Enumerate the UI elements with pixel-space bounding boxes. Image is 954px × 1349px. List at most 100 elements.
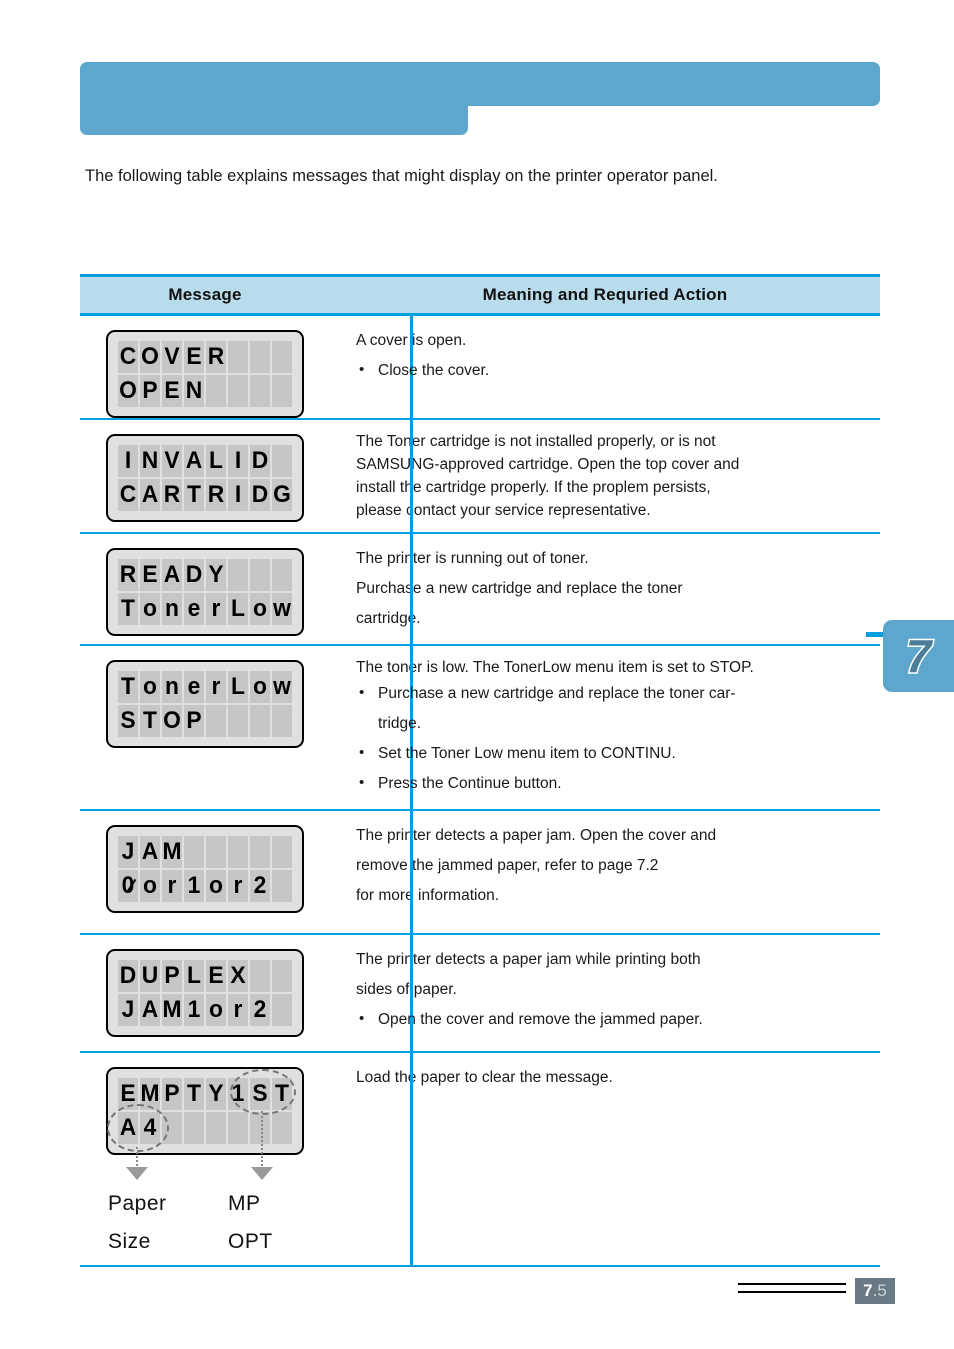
lcd-char-cell bbox=[228, 559, 248, 591]
lcd-char-cell: S bbox=[250, 1078, 270, 1110]
lcd-char-cell: X bbox=[228, 960, 248, 992]
lcd-char-cell: R bbox=[206, 479, 226, 511]
lcd-char-cell: P bbox=[140, 375, 160, 407]
lcd-char-cell: r bbox=[206, 593, 226, 625]
message-cell: E M P T Y 1 S T A 4 Paper Size MP OPT bbox=[80, 1053, 330, 1253]
lcd-char-cell: P bbox=[162, 1078, 182, 1110]
chapter-tab: 7 bbox=[883, 620, 954, 692]
lcd-line-2: JAM1or2 bbox=[118, 994, 292, 1026]
page-number-major: 7 bbox=[863, 1281, 873, 1300]
lcd-char-cell: n bbox=[162, 671, 182, 703]
lcd-char-cell bbox=[206, 836, 226, 868]
lcd-char-cell: E bbox=[184, 341, 204, 373]
action-bullet-item: Press the Continue button. bbox=[356, 768, 872, 799]
column-divider bbox=[410, 534, 413, 644]
lcd-char-cell: L bbox=[184, 960, 204, 992]
lcd-char-cell bbox=[184, 836, 204, 868]
page-number-badge: 7.5 bbox=[855, 1278, 895, 1304]
meaning-text-line: cartridge. bbox=[356, 610, 421, 627]
lcd-char-cell: o bbox=[206, 870, 226, 902]
table-header-row: Message Meaning and Requried Action bbox=[80, 277, 880, 313]
callout-leader-mp bbox=[261, 1111, 263, 1166]
lcd-char-cell: C bbox=[118, 479, 138, 511]
lcd-char-cell: E bbox=[162, 375, 182, 407]
lcd-char-cell bbox=[228, 836, 248, 868]
lcd-char-cell: E bbox=[206, 960, 226, 992]
lcd-char-cell: U bbox=[140, 960, 160, 992]
chapter-tab-number: 7 bbox=[904, 629, 933, 684]
meaning-text-line: remove the jammed paper, refer to page 7… bbox=[356, 857, 659, 874]
lcd-char-cell: M bbox=[162, 836, 182, 868]
meaning-text-line: install the cartridge properly. If the p… bbox=[356, 479, 711, 496]
lcd-char-cell: V bbox=[162, 341, 182, 373]
lcd-char-cell: O bbox=[162, 705, 182, 737]
lcd-char-cell: L bbox=[206, 445, 226, 477]
footer-rules bbox=[738, 1283, 846, 1293]
lcd-line-1: TonerLow bbox=[118, 671, 292, 703]
lcd-char-cell: O bbox=[140, 341, 160, 373]
meaning-text-line: The printer is running out of toner. bbox=[356, 550, 589, 567]
message-cell: READYTonerLow bbox=[80, 534, 330, 636]
lcd-char-cell: G bbox=[272, 479, 292, 511]
lcd-line-1: JAM bbox=[118, 836, 292, 868]
footer-rule-2 bbox=[738, 1291, 846, 1293]
lcd-char-cell: R bbox=[118, 559, 138, 591]
callout-label-mp-opt: MP OPT bbox=[228, 1192, 273, 1253]
lcd-char-cell: r bbox=[206, 671, 226, 703]
lcd-char-cell bbox=[272, 445, 292, 477]
lcd-char-cell: V bbox=[162, 445, 182, 477]
lcd-char-cell: L bbox=[228, 671, 248, 703]
lcd-char-cell: T bbox=[184, 479, 204, 511]
lcd-char-cell bbox=[272, 994, 292, 1026]
lcd-char-cell: M bbox=[140, 1078, 160, 1110]
lcd-char-cell: N bbox=[140, 445, 160, 477]
lcd-char-cell: 0 bbox=[118, 870, 138, 902]
lcd-char-cell bbox=[272, 559, 292, 591]
lcd-char-cell: M bbox=[162, 994, 182, 1026]
action-bullet-list: Purchase a new cartridge and replace the… bbox=[356, 678, 872, 799]
lcd-char-cell: w bbox=[272, 671, 292, 703]
lcd-char-cell: A bbox=[140, 836, 160, 868]
lcd-char-cell: R bbox=[162, 479, 182, 511]
lcd-char-cell: A bbox=[140, 479, 160, 511]
lcd-display: TonerLowSTOP bbox=[106, 660, 304, 748]
message-cell: DUPLEXJAM1or2 bbox=[80, 935, 330, 1037]
lcd-char-cell bbox=[250, 836, 270, 868]
lcd-line-1: READY bbox=[118, 559, 292, 591]
lcd-line-2: 0or1or2 bbox=[118, 870, 292, 902]
action-bullet-list: Open the cover and remove the jammed pap… bbox=[356, 1004, 872, 1035]
lcd-display: EMPTY1STA4 bbox=[106, 1067, 304, 1155]
column-divider bbox=[410, 811, 413, 933]
column-header-meaning: Meaning and Requried Action bbox=[482, 285, 728, 304]
lcd-char-cell: C bbox=[118, 341, 138, 373]
column-header-message: Message bbox=[168, 285, 242, 304]
lcd-char-cell bbox=[184, 1112, 204, 1144]
lcd-char-cell bbox=[272, 870, 292, 902]
lcd-char-cell: A bbox=[184, 445, 204, 477]
callout-leader-paper bbox=[136, 1147, 138, 1166]
lcd-char-cell: I bbox=[118, 445, 138, 477]
lcd-char-cell: 1 bbox=[228, 1078, 248, 1110]
table-row: R E A D Y To n e r Lo w The printer is running out … bbox=[80, 534, 880, 644]
meaning-text-line: The printer detects a paper jam while pr… bbox=[356, 951, 701, 968]
callout-label-paper-size: Paper Size bbox=[108, 1192, 167, 1253]
lcd-char-cell bbox=[206, 705, 226, 737]
lcd-char-cell: O bbox=[118, 375, 138, 407]
lcd-char-cell: P bbox=[162, 960, 182, 992]
meaning-text-line: The printer detects a paper jam. Open th… bbox=[356, 827, 717, 844]
lcd-char-cell: 1 bbox=[184, 994, 204, 1026]
lcd-char-cell bbox=[250, 960, 270, 992]
lcd-char-cell: w bbox=[272, 593, 292, 625]
column-divider bbox=[410, 1053, 413, 1265]
callout-arrow-mp bbox=[251, 1167, 273, 1180]
lcd-char-cell bbox=[206, 1112, 226, 1144]
lcd-char-cell: A bbox=[140, 994, 160, 1026]
page-number-minor: .5 bbox=[872, 1281, 887, 1300]
lcd-char-cell: o bbox=[250, 593, 270, 625]
lcd-char-cell: Y bbox=[206, 559, 226, 591]
lcd-char-cell bbox=[250, 341, 270, 373]
message-table: Message Meaning and Requried Action COVE… bbox=[80, 274, 880, 1267]
lcd-char-cell: n bbox=[162, 593, 182, 625]
lcd-char-cell: N bbox=[184, 375, 204, 407]
table-row: D U P L E X J A M 1 o r 2 The printer detects a paper… bbox=[80, 935, 880, 1051]
